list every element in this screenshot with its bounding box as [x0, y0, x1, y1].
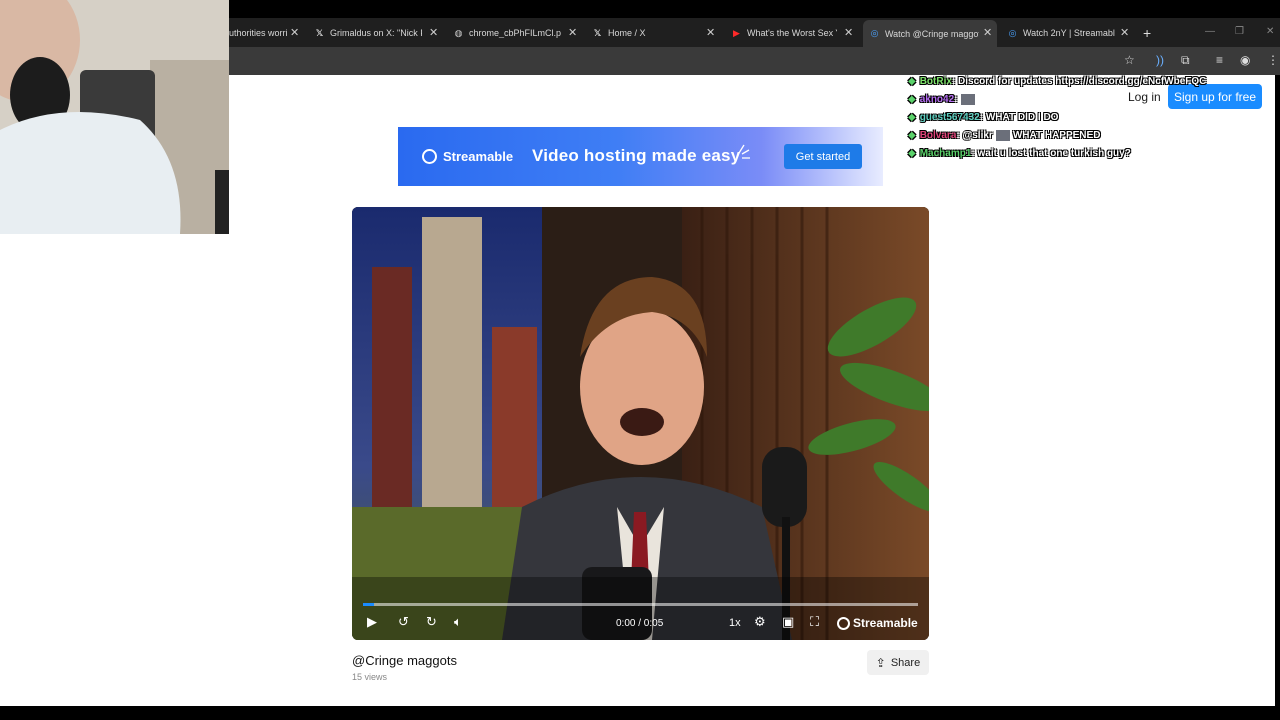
- tab-close-icon[interactable]: ✕: [706, 26, 715, 39]
- chat-message: ◆ Machamp1 : wait u lost that one turkis…: [908, 144, 1268, 162]
- emote-icon: [995, 129, 1010, 141]
- tab-home-x[interactable]: 𝕏 Home / X: [592, 22, 700, 44]
- x-logo-icon: 𝕏: [315, 27, 324, 38]
- close-window-icon[interactable]: ✕: [1266, 26, 1274, 37]
- chat-text-after: WHAT HAPPENED: [1012, 129, 1101, 141]
- minimize-icon[interactable]: —: [1205, 26, 1215, 37]
- volume-icon[interactable]: 🔈︎: [454, 614, 462, 630]
- reading-list-icon[interactable]: ≡: [1216, 53, 1223, 67]
- share-icon: ⇪: [875, 655, 886, 670]
- tab-youtube[interactable]: ▶ What's the Worst Sex You: [731, 22, 837, 44]
- chat-text: : WHAT DID I DO: [979, 111, 1059, 123]
- chat-username: guest567432: [919, 111, 980, 123]
- tab-close-icon[interactable]: ✕: [568, 26, 577, 39]
- menu-kebab-icon[interactable]: ⋮: [1267, 53, 1279, 67]
- tab-close-icon[interactable]: ✕: [1120, 26, 1129, 39]
- chat-message: ◆ BotRix : Discord for updates https://d…: [908, 72, 1268, 90]
- chat-username: Machamp1: [919, 147, 972, 159]
- chat-badge-icon: ◆: [908, 111, 916, 123]
- tab-title: Watch @Cringe maggots: [885, 28, 979, 39]
- bookmark-star-icon[interactable]: ☆: [1124, 53, 1135, 67]
- cast-icon[interactable]: )): [1156, 53, 1164, 67]
- webcam-overlay: [0, 0, 229, 234]
- picture-in-picture-icon[interactable]: ▣: [782, 614, 794, 630]
- x-logo-icon: 𝕏: [593, 27, 602, 38]
- banner-brand: Streamable: [422, 149, 513, 164]
- webcam-frame: [0, 0, 229, 234]
- tab-close-icon[interactable]: ✕: [429, 26, 438, 39]
- chat-message: ◆ guest567432 : WHAT DID I DO: [908, 108, 1268, 126]
- chat-text: : @slikr: [956, 129, 993, 141]
- play-icon[interactable]: ▶: [367, 614, 377, 630]
- tab-close-icon[interactable]: ✕: [290, 26, 299, 39]
- video-player[interactable]: [352, 207, 929, 640]
- chat-badge-icon: ◆: [908, 129, 916, 141]
- streamable-icon: ◎: [1008, 27, 1017, 38]
- rewind-icon[interactable]: ↺: [398, 614, 409, 630]
- settings-gear-icon[interactable]: ⚙: [754, 614, 766, 630]
- share-button[interactable]: ⇪ Share: [867, 650, 929, 675]
- tab-watch-2ny[interactable]: ◎ Watch 2nY | Streamable: [1007, 22, 1115, 44]
- video-frame: [352, 207, 929, 640]
- chat-badge-icon: ◆: [908, 93, 916, 105]
- video-title: @Cringe maggots: [352, 653, 457, 668]
- player-brand-label: Streamable: [853, 616, 918, 630]
- youtube-icon: ▶: [733, 27, 740, 38]
- banner-brand-label: Streamable: [443, 149, 514, 164]
- tab-close-icon[interactable]: ✕: [983, 26, 992, 39]
- playback-speed-button[interactable]: 1x: [729, 617, 741, 629]
- tab-title: Watch 2nY | Streamable: [1023, 28, 1115, 38]
- progress-fill: [363, 603, 374, 606]
- fullscreen-icon[interactable]: ⛶: [810, 614, 819, 630]
- streamable-logo-icon: [837, 616, 850, 630]
- tab-title: Home / X: [608, 28, 646, 38]
- share-label: Share: [890, 656, 921, 669]
- tab-chrome-png[interactable]: ◍ chrome_cbPhFILmCl.png: [453, 22, 561, 44]
- progress-track[interactable]: [363, 603, 918, 606]
- time-display: 0:00 / 0:05: [616, 618, 664, 629]
- profile-avatar-icon[interactable]: ◉: [1240, 53, 1250, 67]
- streamable-icon: ◎: [870, 28, 879, 38]
- tab-title: What's the Worst Sex You: [747, 28, 837, 38]
- tab-close-icon[interactable]: ✕: [844, 26, 853, 39]
- streamable-logo-icon: [422, 149, 437, 164]
- chat-badge-icon: ◆: [908, 147, 916, 159]
- chat-username: akno42: [919, 93, 955, 105]
- banner-tagline: Video hosting made easy: [532, 146, 741, 165]
- player-brand[interactable]: Streamable: [837, 616, 918, 630]
- chat-username: BotRix: [919, 75, 952, 87]
- chat-username: Bolvara: [919, 129, 957, 141]
- chat-text: : wait u lost that one turkish guy?: [971, 147, 1131, 159]
- chat-text: : Discord for updates https://discord.gg…: [951, 75, 1207, 87]
- tab-watch-cringe[interactable]: ◎ Watch @Cringe maggots: [863, 20, 997, 47]
- chat-message: ◆ akno42 :: [908, 90, 1268, 108]
- forward-icon[interactable]: ↻: [426, 614, 437, 630]
- globe-icon: ◍: [454, 27, 463, 38]
- tab-title: uthorities worri: [229, 28, 288, 38]
- screen: uthorities worri ✕ 𝕏 Grimaldus on X: "Ni…: [0, 0, 1280, 720]
- emote-icon: [960, 93, 975, 105]
- tab-grimaldus[interactable]: 𝕏 Grimaldus on X: "Nick Fu: [314, 22, 422, 44]
- stream-chat: ◆ BotRix : Discord for updates https://d…: [908, 72, 1268, 162]
- restore-icon[interactable]: ❐: [1235, 26, 1244, 37]
- chat-message: ◆ Bolvara : @slikr WHAT HAPPENED: [908, 126, 1268, 144]
- chat-badge-icon: ◆: [908, 75, 916, 87]
- chat-text: :: [954, 93, 958, 105]
- get-started-button[interactable]: Get started: [784, 144, 862, 169]
- tab-title: chrome_cbPhFILmCl.png: [469, 28, 561, 38]
- view-count: 15 views: [352, 672, 388, 682]
- extensions-icon[interactable]: ⧉: [1181, 53, 1190, 68]
- tab-authorities[interactable]: uthorities worri: [229, 22, 289, 44]
- tab-title: Grimaldus on X: "Nick Fu: [330, 28, 422, 38]
- new-tab-button[interactable]: +: [1143, 25, 1151, 41]
